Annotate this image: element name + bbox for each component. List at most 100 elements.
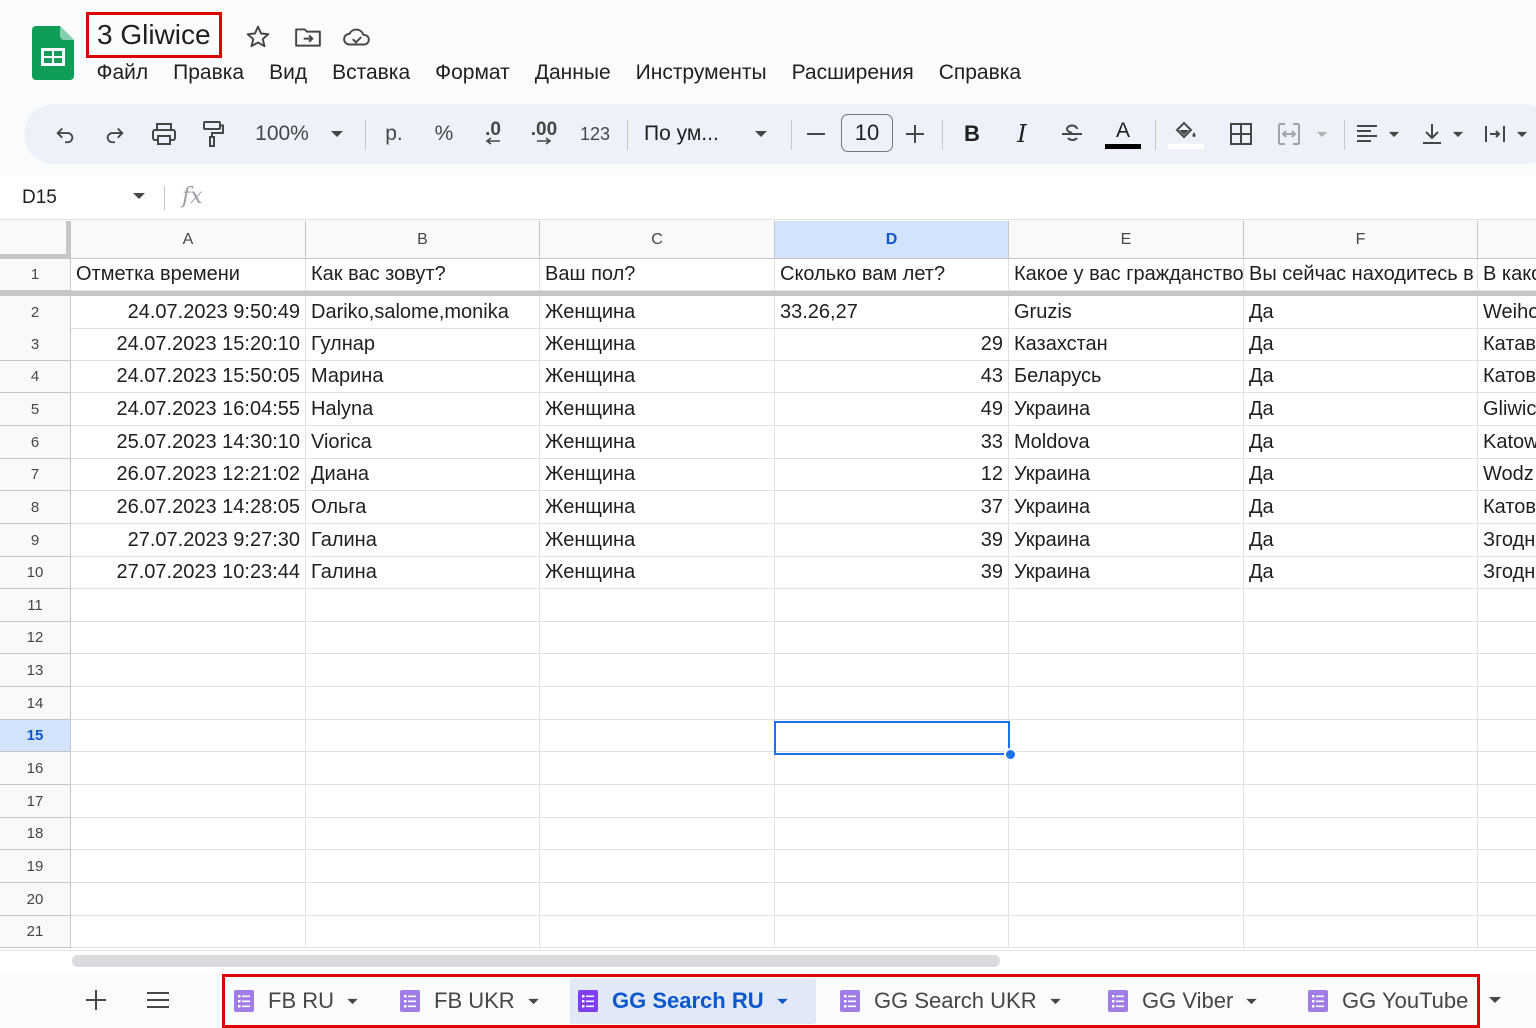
- cell[interactable]: [306, 720, 540, 752]
- row-header[interactable]: 17: [0, 785, 71, 818]
- cell[interactable]: [1478, 785, 1536, 818]
- sheet-tab-chevron-down-icon[interactable]: [527, 998, 540, 1005]
- cell[interactable]: [540, 850, 775, 883]
- cell[interactable]: [1478, 916, 1536, 948]
- header-cell[interactable]: Вы сейчас находитесь в: [1244, 259, 1478, 291]
- cell[interactable]: [1009, 589, 1244, 622]
- wrap-chevron-down-icon[interactable]: [1514, 104, 1530, 164]
- cell[interactable]: [540, 687, 775, 720]
- cell[interactable]: 26.07.2023 14:28:05: [71, 491, 306, 524]
- cell[interactable]: [1478, 622, 1536, 654]
- cell[interactable]: [1478, 720, 1536, 752]
- zoom-chevron-down-icon[interactable]: [328, 104, 346, 164]
- cell[interactable]: [540, 589, 775, 622]
- redo-icon[interactable]: [100, 104, 130, 164]
- cell[interactable]: [1478, 818, 1536, 850]
- merge-cells-icon[interactable]: [1274, 104, 1304, 164]
- cell[interactable]: Марина: [306, 361, 540, 393]
- cell[interactable]: Гулнар: [306, 328, 540, 361]
- header-cell[interactable]: Какое у вас гражданство?: [1009, 259, 1244, 291]
- paint-format-icon[interactable]: [198, 104, 228, 164]
- cell[interactable]: [71, 720, 306, 752]
- sheet-tab[interactable]: FB UKR: [392, 978, 554, 1024]
- row-header[interactable]: 1: [0, 259, 71, 291]
- cell[interactable]: [1478, 654, 1536, 687]
- cell[interactable]: [1009, 785, 1244, 818]
- cell[interactable]: 29: [775, 328, 1009, 361]
- cell[interactable]: Катов: [1478, 361, 1536, 393]
- cell[interactable]: [1009, 687, 1244, 720]
- cell[interactable]: Женщина: [540, 557, 775, 589]
- row-header[interactable]: 18: [0, 818, 71, 850]
- header-cell[interactable]: Как вас зовут?: [306, 259, 540, 291]
- cell[interactable]: Да: [1244, 328, 1478, 361]
- header-cell[interactable]: Ваш пол?: [540, 259, 775, 291]
- cell[interactable]: Wodz: [1478, 459, 1536, 491]
- menu-tools[interactable]: Инструменты: [623, 58, 779, 88]
- cell[interactable]: 39: [775, 557, 1009, 589]
- cell[interactable]: [540, 916, 775, 948]
- more-formats-button[interactable]: 123: [576, 104, 614, 164]
- cell[interactable]: [775, 687, 1009, 720]
- cell[interactable]: [1478, 687, 1536, 720]
- header-cell[interactable]: Сколько вам лет?: [775, 259, 1009, 291]
- menu-file[interactable]: Файл: [84, 58, 161, 88]
- cell[interactable]: [1009, 818, 1244, 850]
- cell[interactable]: [1478, 883, 1536, 916]
- document-title[interactable]: 3 Gliwice: [86, 12, 222, 58]
- merge-chevron-down-icon[interactable]: [1314, 104, 1330, 164]
- cell[interactable]: Weiho: [1478, 296, 1536, 329]
- cell[interactable]: 33.26,27: [775, 296, 1009, 329]
- cell[interactable]: [71, 589, 306, 622]
- cell[interactable]: [306, 622, 540, 654]
- cell[interactable]: [540, 785, 775, 818]
- sheet-tab-chevron-down-icon[interactable]: [1245, 998, 1258, 1005]
- scrollbar-thumb[interactable]: [72, 955, 1000, 967]
- row-header[interactable]: 11: [0, 589, 71, 622]
- sheet-tab[interactable]: GG Search RU: [570, 978, 816, 1024]
- cell[interactable]: Украина: [1009, 459, 1244, 491]
- sheet-tab-chevron-down-icon[interactable]: [1049, 998, 1062, 1005]
- cloud-status-icon[interactable]: [342, 22, 372, 52]
- cell[interactable]: 24.07.2023 15:50:05: [71, 361, 306, 393]
- row-header[interactable]: 14: [0, 687, 71, 720]
- cell[interactable]: [1244, 785, 1478, 818]
- cell[interactable]: Viorica: [306, 426, 540, 459]
- sheet-tab[interactable]: GG Viber: [1100, 978, 1276, 1024]
- sheet-tab-chevron-down-icon[interactable]: [346, 998, 359, 1005]
- cell[interactable]: Да: [1244, 491, 1478, 524]
- cell[interactable]: [1244, 654, 1478, 687]
- horizontal-scrollbar[interactable]: [0, 950, 1536, 972]
- sheet-tab[interactable]: GG YouTube: [1300, 978, 1476, 1024]
- cell[interactable]: [540, 752, 775, 785]
- cell[interactable]: [540, 622, 775, 654]
- cell[interactable]: Да: [1244, 393, 1478, 426]
- cell[interactable]: [1009, 916, 1244, 948]
- cell[interactable]: Галина: [306, 557, 540, 589]
- cell[interactable]: Да: [1244, 557, 1478, 589]
- valign-chevron-down-icon[interactable]: [1450, 104, 1466, 164]
- currency-format-button[interactable]: р.: [378, 104, 410, 164]
- cell[interactable]: [306, 850, 540, 883]
- cell[interactable]: Да: [1244, 459, 1478, 491]
- cell[interactable]: Галина: [306, 524, 540, 557]
- sheets-logo-icon[interactable]: [32, 26, 74, 80]
- cell[interactable]: Украина: [1009, 524, 1244, 557]
- cell[interactable]: [1244, 883, 1478, 916]
- star-icon[interactable]: [243, 22, 273, 52]
- cell[interactable]: [71, 850, 306, 883]
- cell[interactable]: Женщина: [540, 524, 775, 557]
- cell[interactable]: Диана: [306, 459, 540, 491]
- cell[interactable]: [540, 654, 775, 687]
- name-box-chevron-down-icon[interactable]: [132, 192, 146, 200]
- cell[interactable]: [1244, 818, 1478, 850]
- cell[interactable]: [1244, 589, 1478, 622]
- cell[interactable]: [540, 720, 775, 752]
- fill-handle[interactable]: [1004, 748, 1017, 761]
- halign-chevron-down-icon[interactable]: [1386, 104, 1402, 164]
- cell[interactable]: [1244, 687, 1478, 720]
- menu-edit[interactable]: Правка: [161, 58, 257, 88]
- cell[interactable]: [1009, 850, 1244, 883]
- row-header[interactable]: 15: [0, 720, 71, 752]
- decrease-decimal-button[interactable]: .0: [476, 104, 510, 164]
